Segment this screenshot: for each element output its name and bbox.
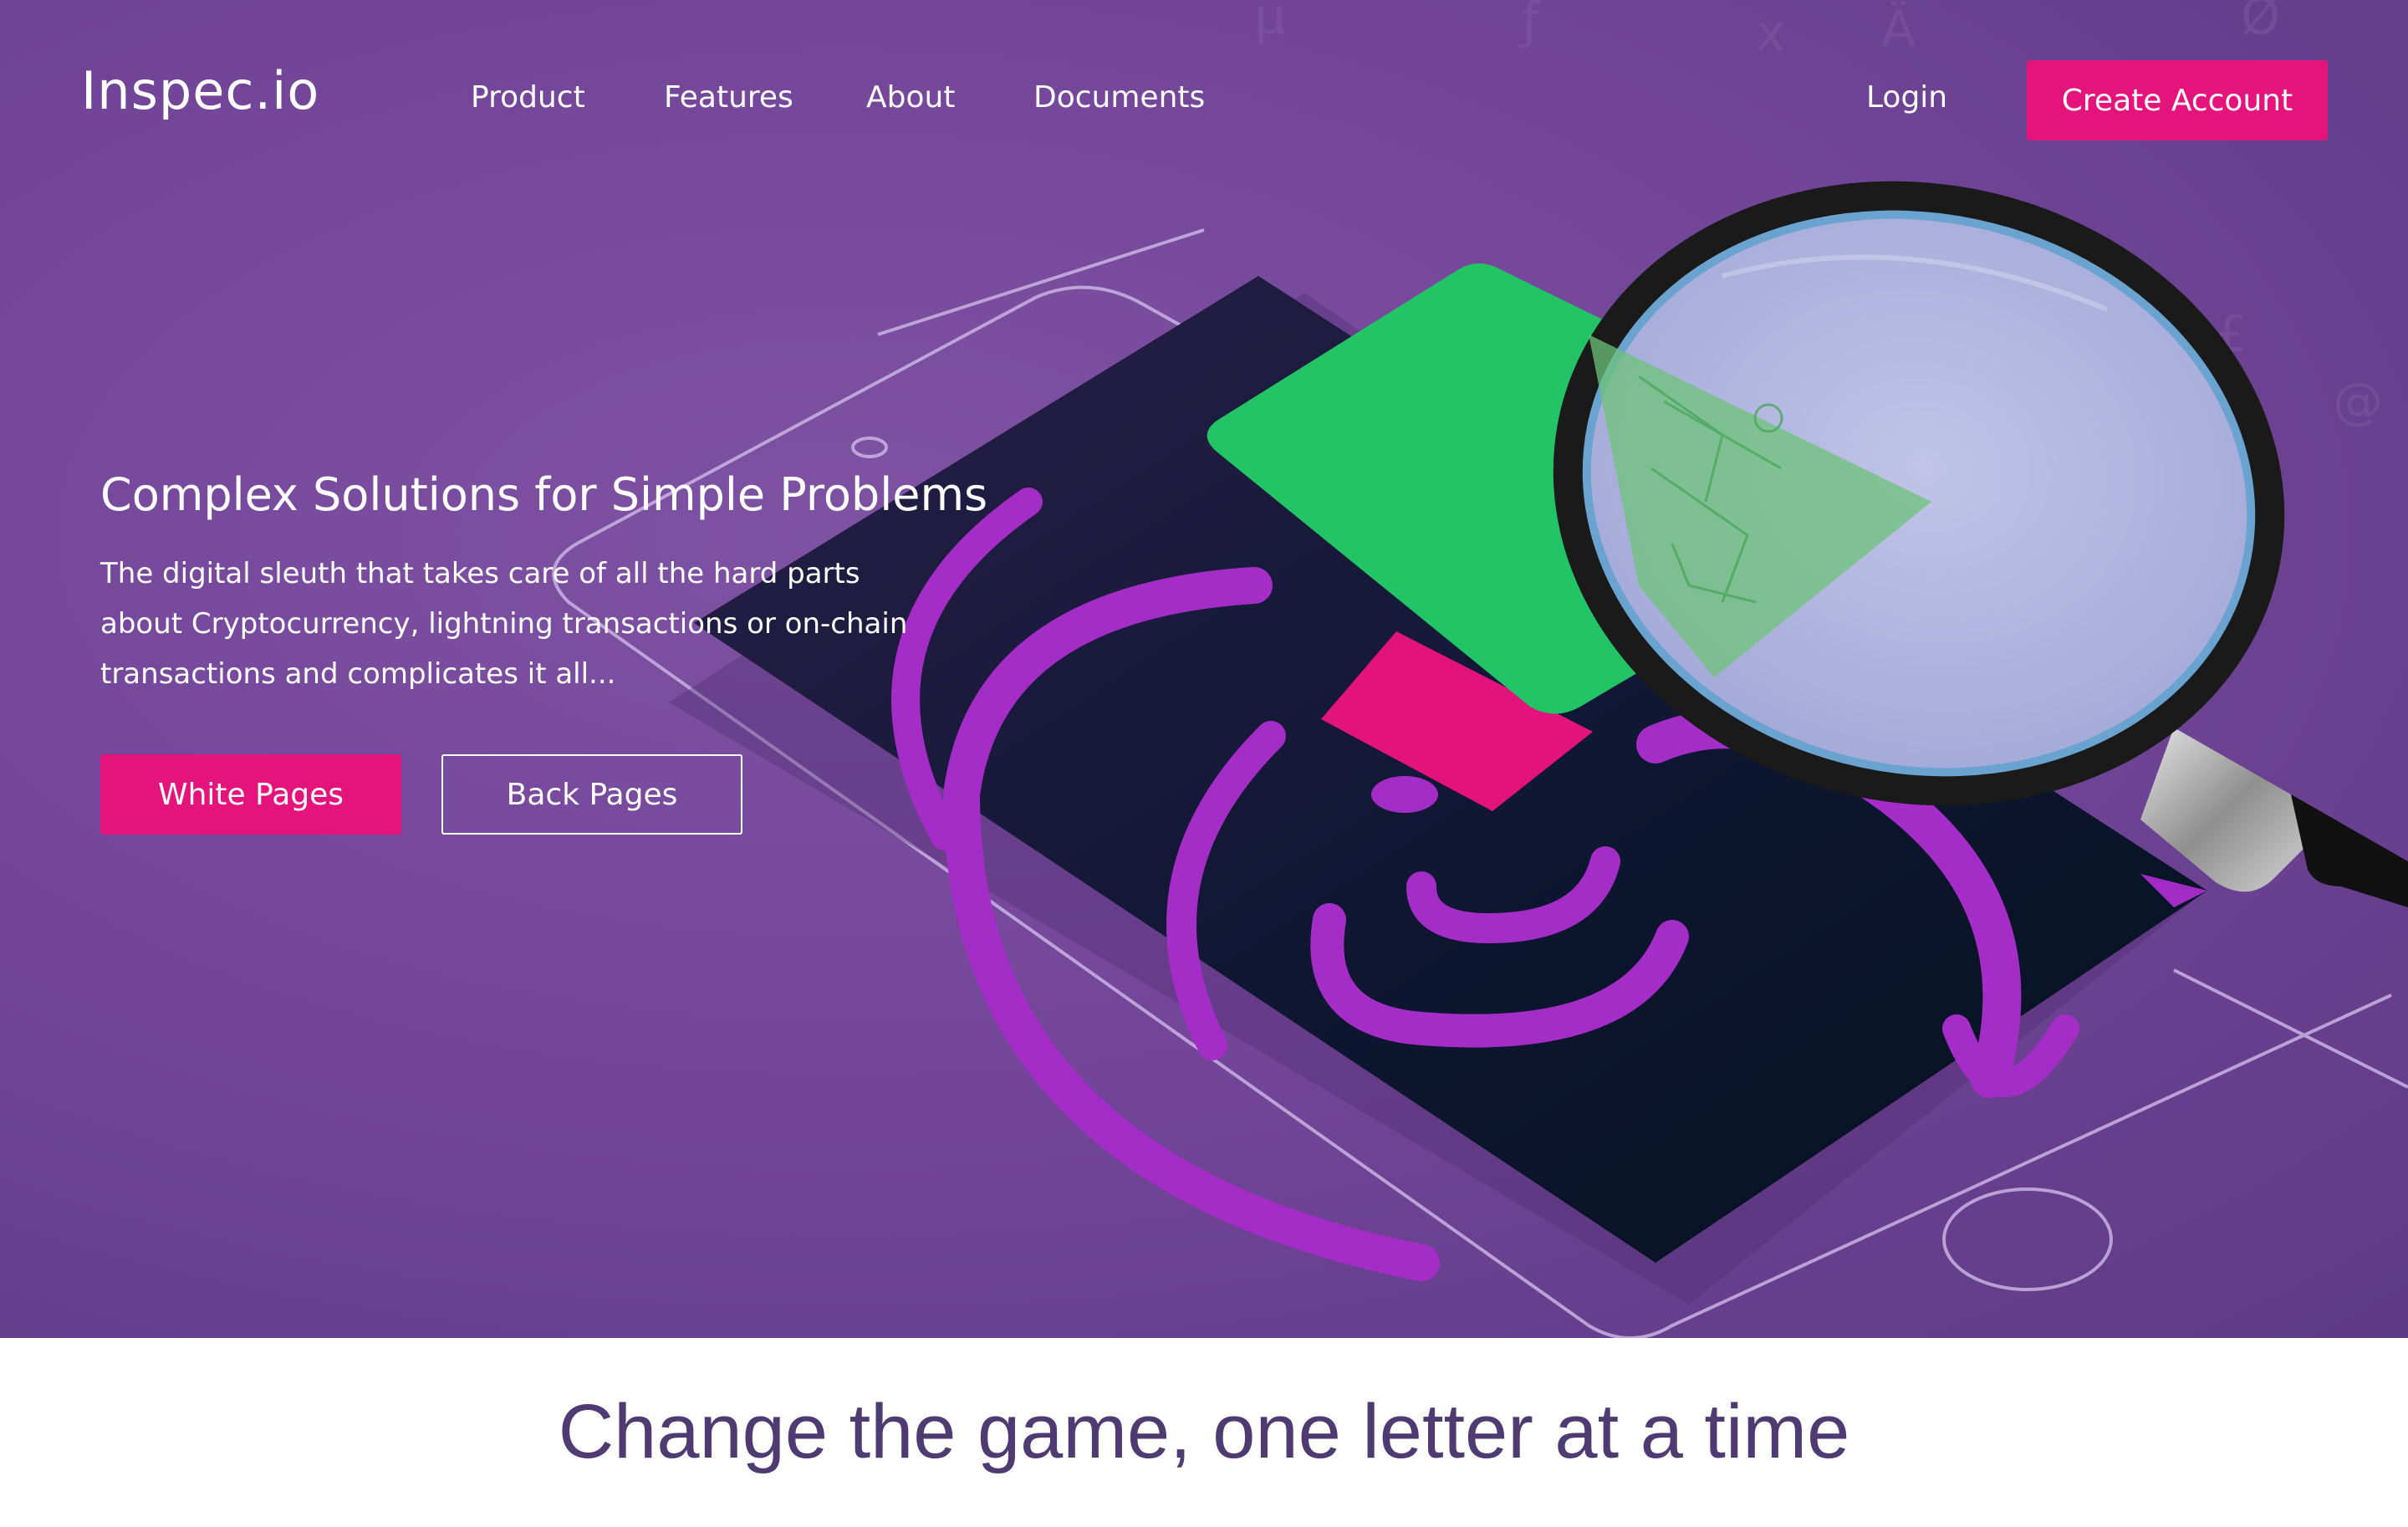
hero-title: Complex Solutions for Simple Problems xyxy=(100,468,988,521)
hero-section: x Ä Ø £ @ µ ƒ Inspec.io Product Features… xyxy=(0,0,2408,1338)
create-account-button[interactable]: Create Account xyxy=(2027,60,2328,140)
top-navigation: Inspec.io Product Features About Documen… xyxy=(0,0,2408,201)
nav-link-product[interactable]: Product xyxy=(471,80,585,115)
login-link[interactable]: Login xyxy=(1866,80,1947,115)
logo[interactable]: Inspec.io xyxy=(81,60,319,121)
nav-link-features[interactable]: Features xyxy=(664,80,793,115)
tagline-heading: Change the game, one letter at a time xyxy=(558,1389,1850,1474)
nav-link-documents[interactable]: Documents xyxy=(1033,80,1205,115)
back-pages-button[interactable]: Back Pages xyxy=(441,754,742,835)
hero-description: The digital sleuth that takes care of al… xyxy=(100,557,908,691)
svg-text:@: @ xyxy=(2333,372,2383,431)
nav-link-about[interactable]: About xyxy=(866,80,955,115)
white-pages-button[interactable]: White Pages xyxy=(100,754,401,835)
